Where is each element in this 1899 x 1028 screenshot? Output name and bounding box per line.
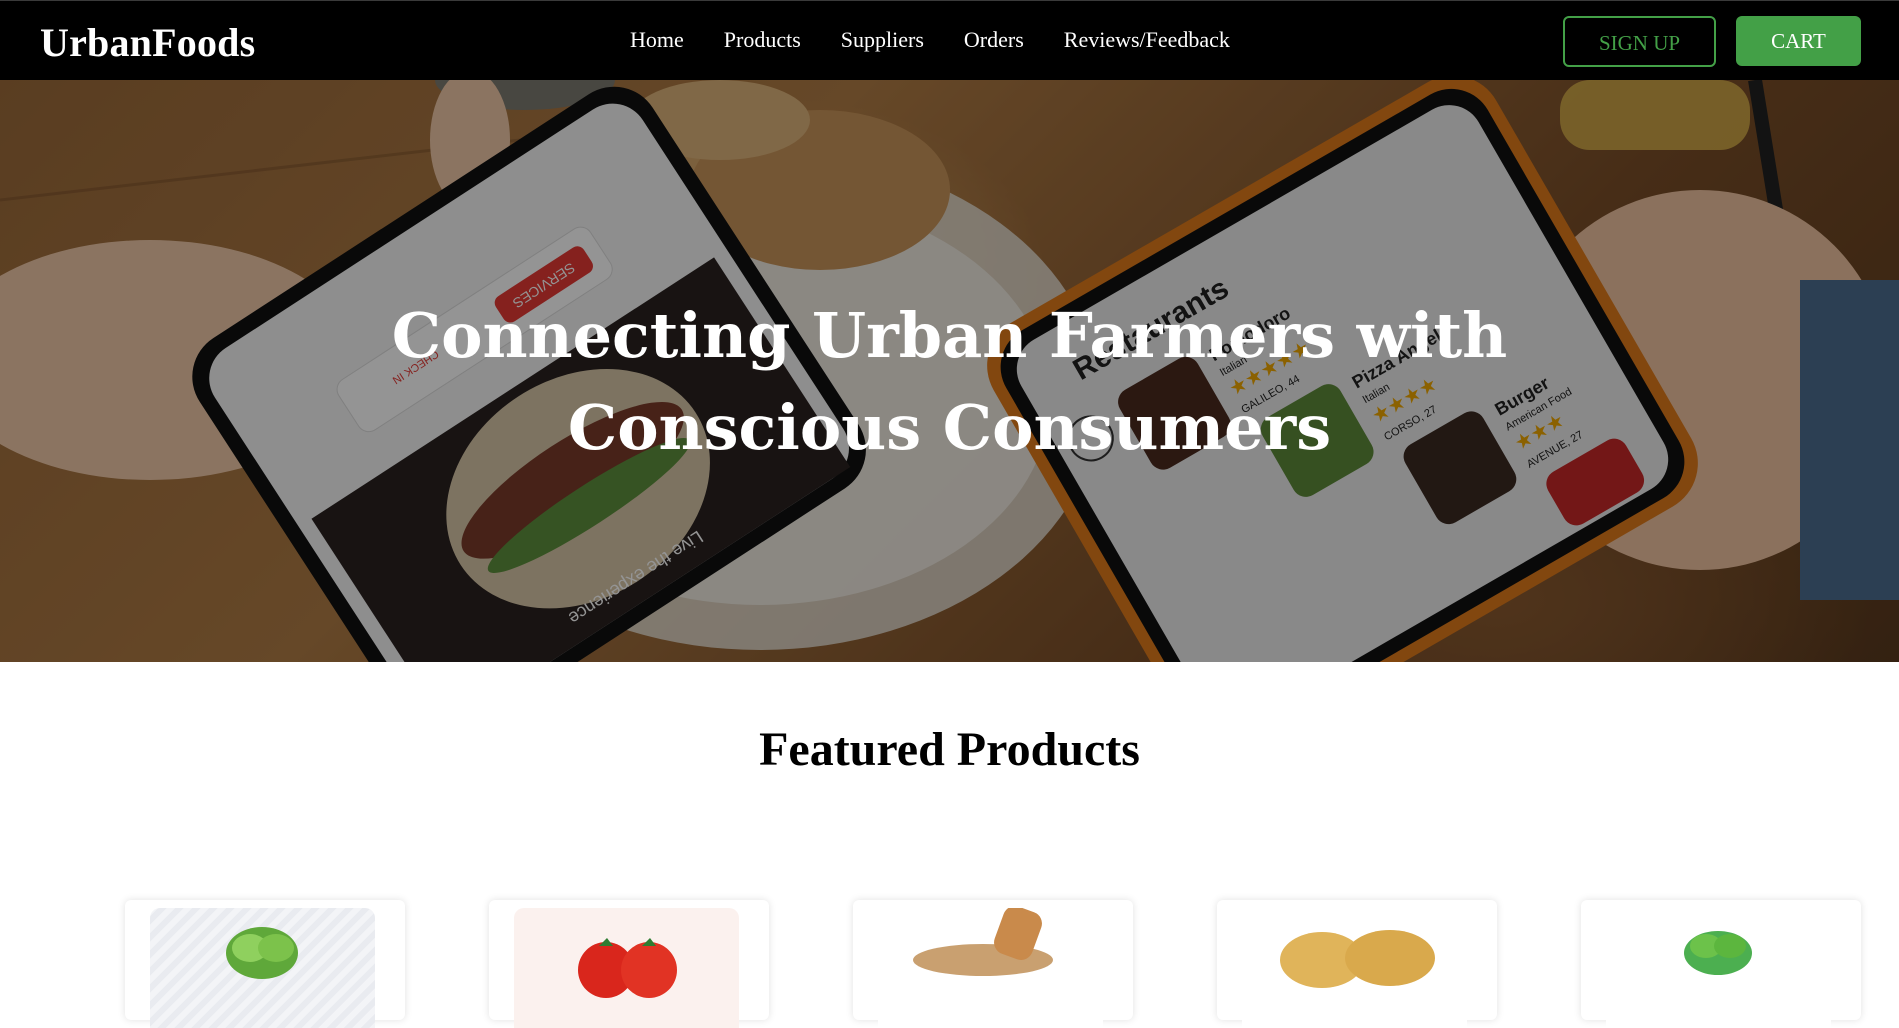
nav-link-products[interactable]: Products	[724, 27, 801, 53]
brand-logo[interactable]: UrbanFoods	[40, 19, 255, 66]
nav-link-suppliers[interactable]: Suppliers	[841, 27, 924, 53]
main-nav: Home Products Suppliers Orders Reviews/F…	[630, 27, 1230, 53]
product-card[interactable]	[125, 900, 405, 1028]
product-image	[514, 908, 739, 1028]
product-image	[1242, 908, 1467, 1028]
hero-title-line-2: Conscious Consumers	[567, 391, 1332, 464]
top-navbar: UrbanFoods Home Products Suppliers Order…	[0, 0, 1899, 80]
nav-link-home[interactable]: Home	[630, 27, 684, 53]
nav-link-reviews[interactable]: Reviews/Feedback	[1064, 27, 1230, 53]
featured-products-heading: Featured Products	[759, 723, 1140, 776]
hero-banner: SERVICES CHECK IN Live the experience Re…	[0, 80, 1899, 662]
hero-title: Connecting Urban Farmers with Conscious …	[0, 290, 1899, 474]
product-image	[150, 908, 375, 1028]
product-card[interactable]	[853, 900, 1133, 1028]
hero-title-line-1: Connecting Urban Farmers with	[391, 299, 1508, 372]
product-card[interactable]	[489, 900, 769, 1028]
nav-link-orders[interactable]: Orders	[964, 27, 1024, 53]
signup-button[interactable]: SIGN UP	[1563, 16, 1716, 67]
product-card[interactable]	[1217, 900, 1497, 1028]
product-image	[878, 908, 1103, 1028]
product-card[interactable]	[1581, 900, 1861, 1028]
product-image	[1606, 908, 1831, 1028]
cart-button[interactable]: CART	[1736, 16, 1861, 66]
